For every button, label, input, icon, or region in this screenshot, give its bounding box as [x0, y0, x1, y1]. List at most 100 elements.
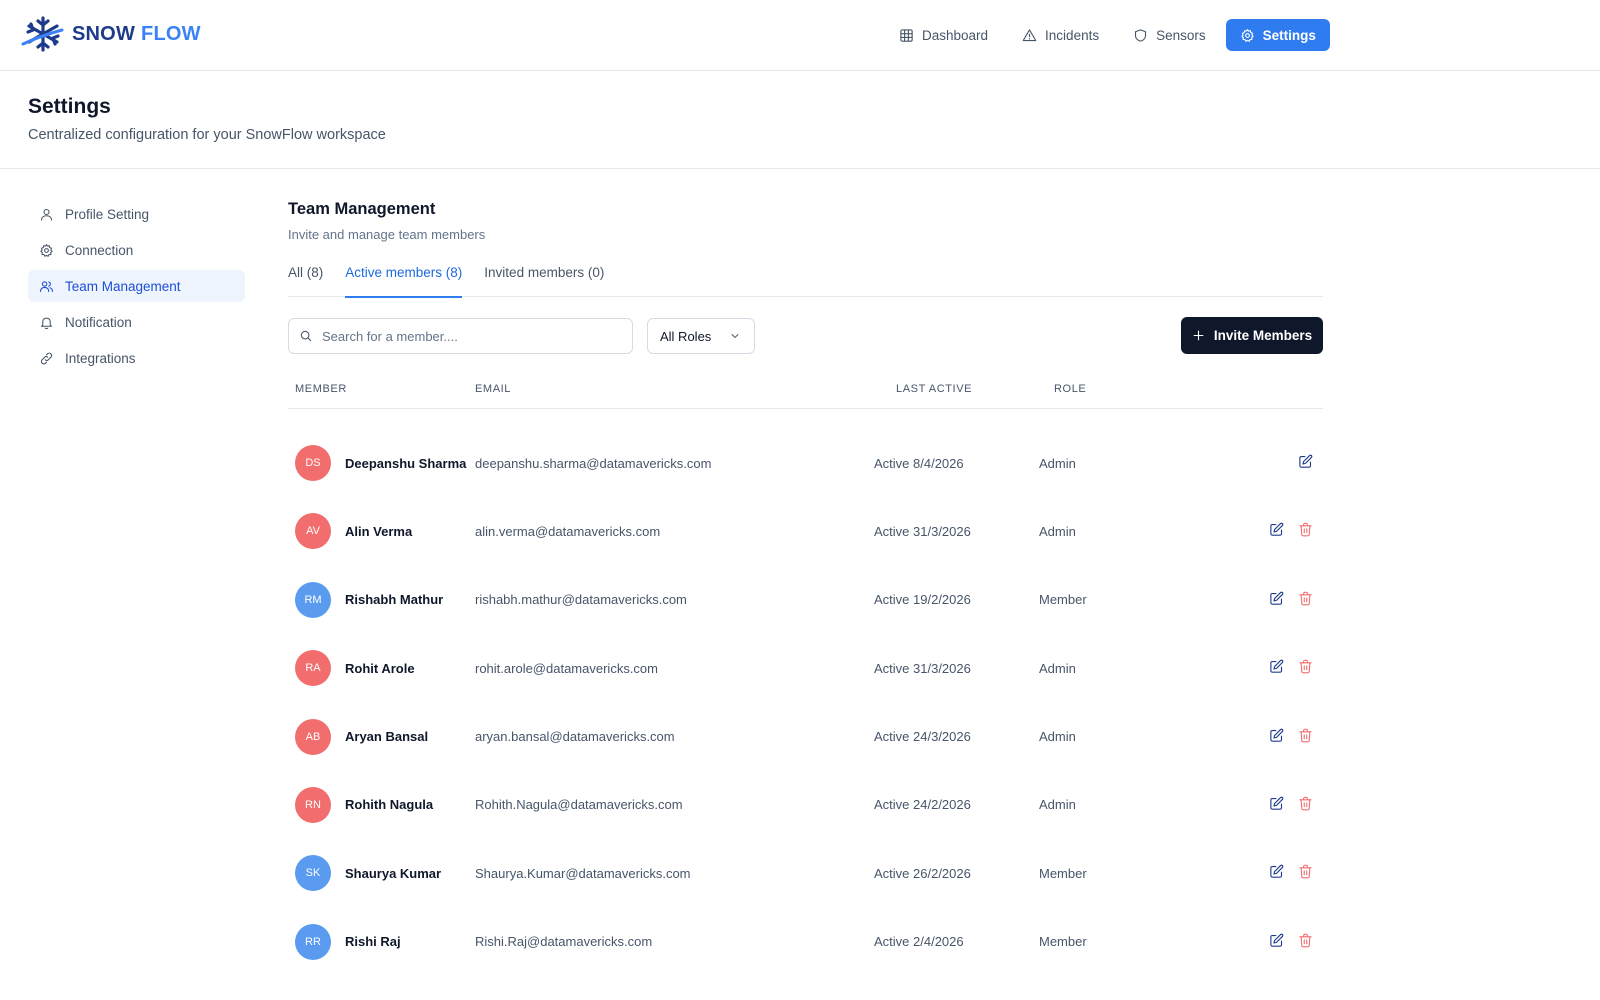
- sidebar-item-label: Connection: [65, 242, 134, 258]
- member-role: Admin: [1039, 523, 1076, 539]
- search-input[interactable]: [322, 328, 612, 344]
- table-row: RR Rishi Raj Rishi.Raj@datamavericks.com Ac…: [288, 907, 1323, 975]
- edit-member-button[interactable]: [1298, 454, 1314, 470]
- section-title: Team Management: [288, 200, 436, 218]
- users-icon: [40, 280, 53, 292]
- members-table: MEMBER EMAIL LAST ACTIVE ROLE DS Deepansh…: [288, 383, 1323, 975]
- nav-item-sensors[interactable]: Sensors: [1119, 19, 1220, 51]
- member-role: Member: [1039, 592, 1087, 608]
- table-row: RM Rishabh Mathur rishabh.mathur@datamaver…: [288, 565, 1323, 633]
- sidebar-item-label: Integrations: [65, 350, 136, 366]
- table-header: MEMBER EMAIL LAST ACTIVE ROLE: [288, 383, 1323, 409]
- edit-icon: [1270, 864, 1284, 879]
- member-email: rishabh.mathur@datamavericks.com: [475, 592, 687, 608]
- member-tabs: All (8) Active members (8) Invited membe…: [288, 262, 1323, 298]
- member-email: Rohith.Nagula@datamavericks.com: [475, 797, 683, 813]
- delete-member-button[interactable]: [1298, 591, 1314, 607]
- avatar: AB: [295, 718, 331, 755]
- member-role: Member: [1039, 934, 1087, 950]
- edit-icon: [1270, 933, 1284, 947]
- edit-member-button[interactable]: [1269, 728, 1285, 744]
- nav-item-settings[interactable]: Settings: [1225, 19, 1330, 51]
- search-box: [288, 318, 633, 354]
- member-toolbar: All Roles Invite Members: [288, 317, 1323, 355]
- trash-icon: [1299, 659, 1312, 674]
- edit-icon: [1270, 591, 1284, 605]
- member-role: Admin: [1039, 455, 1076, 471]
- member-role: Admin: [1039, 660, 1076, 676]
- sidebar-item-connection[interactable]: Connection: [28, 234, 245, 266]
- delete-member-button[interactable]: [1298, 659, 1314, 675]
- member-role: Admin: [1039, 729, 1076, 745]
- trash-icon: [1299, 933, 1312, 948]
- column-header-role: ROLE: [1054, 383, 1087, 395]
- member-last-active: Active 19/2/2026: [874, 592, 971, 608]
- delete-member-button[interactable]: [1298, 864, 1314, 880]
- edit-member-button[interactable]: [1269, 591, 1285, 607]
- snowflake-logo-icon: [21, 16, 64, 52]
- member-last-active: Active 24/3/2026: [874, 729, 971, 745]
- shield-icon: [1135, 28, 1147, 42]
- edit-member-button[interactable]: [1269, 796, 1285, 812]
- avatar: RN: [295, 786, 331, 823]
- table-body: DS Deepanshu Sharma deepanshu.sharma@datam…: [288, 428, 1323, 975]
- brand-word-2: FLOW: [141, 22, 201, 45]
- edit-member-button[interactable]: [1269, 864, 1285, 880]
- bell-icon: [40, 317, 53, 329]
- member-email: deepanshu.sharma@datamavericks.com: [475, 455, 712, 471]
- role-filter-select[interactable]: All Roles: [647, 318, 755, 354]
- sidebar-item-team-management[interactable]: Team Management: [28, 270, 245, 302]
- member-role: Member: [1039, 865, 1087, 881]
- member-email: rohit.arole@datamavericks.com: [475, 660, 658, 676]
- column-header-member: MEMBER: [295, 383, 347, 395]
- edit-member-button[interactable]: [1269, 933, 1285, 949]
- table-row: AV Alin Verma alin.verma@datamavericks.com…: [288, 496, 1323, 564]
- member-last-active: Active 8/4/2026: [874, 455, 964, 471]
- tab-all[interactable]: All (8): [288, 262, 323, 297]
- sidebar-item-notification[interactable]: Notification: [28, 306, 245, 338]
- member-last-active: Active 24/2/2026: [874, 797, 971, 813]
- tab-active-members[interactable]: Active members (8): [345, 262, 463, 298]
- member-name: Rishabh Mathur: [345, 592, 444, 608]
- table-row: RN Rohith Nagula Rohith.Nagula@datamaveric…: [288, 770, 1323, 838]
- brand-word-1: SNOW: [72, 22, 136, 45]
- page-subtitle: Centralized configuration for your SnowF…: [28, 127, 386, 143]
- section-subtitle: Invite and manage team members: [288, 227, 486, 242]
- sidebar-item-profile-setting[interactable]: Profile Setting: [28, 198, 245, 230]
- delete-member-button[interactable]: [1298, 933, 1314, 949]
- avatar: DS: [295, 445, 331, 481]
- sidebar-item-label: Notification: [65, 314, 132, 330]
- nav-item-label: Settings: [1262, 27, 1316, 43]
- brand-name: SNOW FLOW: [72, 23, 201, 46]
- delete-member-button[interactable]: [1298, 796, 1314, 812]
- nav-item-dashboard[interactable]: Dashboard: [885, 19, 1002, 51]
- avatar: RA: [295, 650, 331, 687]
- member-name: Rishi Raj: [345, 934, 401, 950]
- avatar: RR: [295, 923, 331, 960]
- grid-icon: [900, 28, 913, 42]
- user-icon: [40, 208, 53, 221]
- nav-item-label: Incidents: [1045, 27, 1100, 43]
- edit-member-button[interactable]: [1269, 522, 1285, 538]
- member-name: Alin Verma: [345, 523, 413, 539]
- trash-icon: [1299, 728, 1312, 742]
- table-row: SK Shaurya Kumar Shaurya.Kumar@datamaveric…: [288, 838, 1323, 906]
- nav-item-incidents[interactable]: Incidents: [1008, 19, 1113, 51]
- page-header: Settings Centralized configuration for y…: [0, 71, 1600, 169]
- edit-icon: [1270, 523, 1284, 537]
- plus-icon: [1193, 330, 1204, 341]
- column-header-last-active: LAST ACTIVE: [896, 383, 973, 395]
- invite-members-button[interactable]: Invite Members: [1181, 317, 1323, 354]
- gear-icon: [40, 243, 53, 257]
- tab-invited-members[interactable]: Invited members (0): [484, 262, 604, 297]
- delete-member-button[interactable]: [1298, 522, 1314, 538]
- member-role: Admin: [1039, 797, 1076, 813]
- column-header-email: EMAIL: [475, 383, 512, 395]
- delete-member-button[interactable]: [1298, 728, 1314, 744]
- member-email: Shaurya.Kumar@datamavericks.com: [475, 865, 691, 881]
- avatar: AV: [295, 513, 331, 550]
- edit-member-button[interactable]: [1269, 659, 1285, 675]
- sidebar-item-integrations[interactable]: Integrations: [28, 342, 245, 374]
- member-name: Rohith Nagula: [345, 797, 434, 813]
- brand-logo-link[interactable]: SNOW FLOW: [20, 14, 201, 54]
